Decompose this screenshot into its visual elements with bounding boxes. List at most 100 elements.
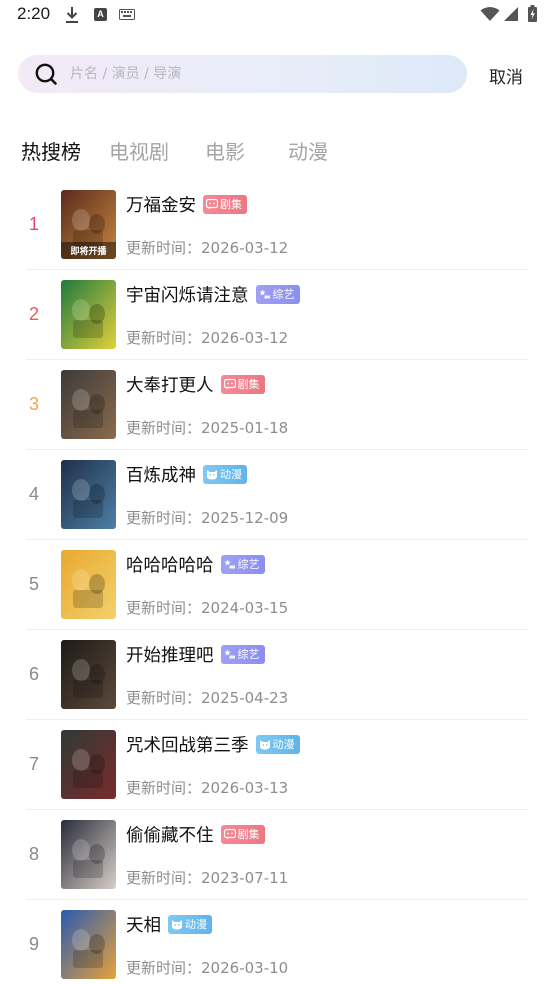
tab-movies[interactable]: 电影	[205, 136, 245, 165]
poster-image[interactable]: 即将开播	[61, 190, 116, 259]
status-bar: 2:20 A	[0, 0, 554, 32]
rank-number: 9	[28, 934, 39, 954]
signal-icon	[504, 7, 518, 21]
update-time-label: 更新时间：	[126, 599, 202, 617]
category-badge: 综艺	[255, 284, 300, 304]
update-time-label: 更新时间：	[126, 689, 202, 707]
list-item[interactable]: 5 哈哈哈哈哈 综艺 更新时间：2024-03-15	[26, 540, 528, 630]
item-title: 万福金安	[126, 195, 196, 216]
badge-label: 综艺	[237, 648, 260, 661]
poster-image[interactable]	[61, 280, 116, 349]
title-line: 哈哈哈哈哈 综艺	[126, 552, 265, 576]
item-title: 偷偷藏不住	[126, 825, 214, 846]
title-line: 宇宙闪烁请注意 综艺	[126, 282, 300, 306]
tv-chat-icon	[205, 198, 219, 210]
search-bar[interactable]	[18, 55, 467, 93]
update-date: 2025-04-23	[201, 689, 289, 707]
title-line: 大奉打更人 剧集	[126, 372, 265, 396]
update-time-label: 更新时间：	[126, 329, 202, 347]
status-time: 2:20	[17, 4, 51, 23]
update-time: 更新时间：2026-03-12	[126, 327, 288, 348]
item-title: 天相	[126, 915, 161, 936]
category-badge: 剧集	[220, 824, 265, 844]
poster-image[interactable]	[61, 370, 116, 439]
category-badge: 综艺	[220, 644, 265, 664]
update-time-label: 更新时间：	[126, 959, 202, 977]
update-time-label: 更新时间：	[126, 509, 202, 527]
rank-number: 3	[28, 394, 39, 414]
list-item[interactable]: 2 宇宙闪烁请注意 综艺 更新时间：2026-03-12	[26, 270, 528, 360]
cancel-button[interactable]: 取消	[489, 63, 523, 88]
rank-number: 1	[28, 214, 39, 234]
category-badge: 动漫	[203, 464, 247, 484]
list-item[interactable]: 8 偷偷藏不住 剧集 更新时间：2023-07-11	[26, 810, 528, 900]
list-item[interactable]: 9 天相 动漫 更新时间：2026-03-10	[26, 900, 528, 984]
item-title: 开始推理吧	[126, 645, 214, 666]
tv-chat-icon	[223, 378, 236, 390]
category-badge: 剧集	[220, 374, 265, 394]
update-date: 2026-03-12	[201, 329, 289, 347]
rank-number: 4	[28, 484, 39, 504]
keyboard-icon	[119, 9, 135, 20]
update-time: 更新时间：2024-03-15	[126, 597, 288, 618]
badge-label: 剧集	[220, 198, 242, 211]
poster-image[interactable]	[61, 460, 116, 529]
poster-image[interactable]	[61, 730, 116, 799]
badge-label: 动漫	[220, 468, 242, 481]
search-input[interactable]	[70, 55, 450, 93]
update-date: 2026-03-13	[201, 779, 289, 797]
badge-label: 动漫	[272, 738, 295, 751]
category-badge: 剧集	[203, 194, 247, 214]
tab-anime[interactable]: 动漫	[288, 136, 328, 165]
category-badge: 动漫	[255, 734, 300, 754]
list-item[interactable]: 7 咒术回战第三季 动漫 更新时间：2026-03-13	[26, 720, 528, 810]
rank-number: 6	[28, 664, 39, 684]
update-date: 2023-07-11	[201, 869, 289, 887]
poster-image[interactable]	[61, 640, 116, 709]
rank-number: 2	[28, 304, 39, 324]
poster-image[interactable]	[61, 550, 116, 619]
badge-label: 动漫	[185, 918, 207, 931]
hot-search-list: 1 即将开播 万福金安 剧集 更新时间：2026-03-12 2 宇宙闪烁请注意…	[26, 180, 528, 984]
rank-number: 8	[28, 844, 39, 864]
list-item[interactable]: 1 即将开播 万福金安 剧集 更新时间：2026-03-12	[26, 180, 528, 270]
tab-hot-search[interactable]: 热搜榜	[21, 136, 81, 165]
title-line: 百炼成神 动漫	[126, 462, 247, 486]
wifi-icon	[480, 7, 500, 21]
rank-number: 5	[28, 574, 39, 594]
title-line: 天相 动漫	[126, 912, 212, 936]
svg-text:即将开播: 即将开播	[70, 245, 107, 257]
poster-image[interactable]	[61, 910, 116, 979]
item-title: 大奉打更人	[126, 375, 214, 396]
cat-face-icon	[206, 469, 218, 480]
tab-tv-series[interactable]: 电视剧	[109, 136, 169, 165]
badge-label: 剧集	[237, 828, 260, 841]
download-icon	[66, 7, 78, 23]
title-line: 开始推理吧 综艺	[126, 642, 265, 666]
update-time-label: 更新时间：	[126, 419, 202, 437]
list-item[interactable]: 4 百炼成神 动漫 更新时间：2025-12-09	[26, 450, 528, 540]
category-badge: 综艺	[220, 554, 265, 574]
star-hand-icon	[223, 649, 236, 660]
poster-image[interactable]	[61, 820, 116, 889]
update-time: 更新时间：2023-07-11	[126, 867, 288, 888]
title-line: 咒术回战第三季 动漫	[126, 732, 300, 756]
update-date: 2025-12-09	[201, 509, 289, 527]
title-line: 偷偷藏不住 剧集	[126, 822, 265, 846]
badge-label: 剧集	[237, 378, 260, 391]
star-hand-icon	[223, 559, 236, 570]
cat-face-icon	[171, 919, 183, 930]
update-time-label: 更新时间：	[126, 869, 202, 887]
update-time: 更新时间：2026-03-10	[126, 957, 288, 978]
star-hand-icon	[258, 289, 271, 300]
item-title: 咒术回战第三季	[126, 735, 249, 756]
cat-face-icon	[259, 739, 271, 750]
list-item[interactable]: 6 开始推理吧 综艺 更新时间：2025-04-23	[26, 630, 528, 720]
update-time: 更新时间：2026-03-12	[126, 237, 288, 258]
title-line: 万福金安 剧集	[126, 192, 247, 216]
update-date: 2026-03-10	[201, 959, 289, 977]
item-title: 宇宙闪烁请注意	[126, 285, 249, 306]
tv-chat-icon	[223, 828, 236, 840]
list-item[interactable]: 3 大奉打更人 剧集 更新时间：2025-01-18	[26, 360, 528, 450]
update-time-label: 更新时间：	[126, 239, 202, 257]
